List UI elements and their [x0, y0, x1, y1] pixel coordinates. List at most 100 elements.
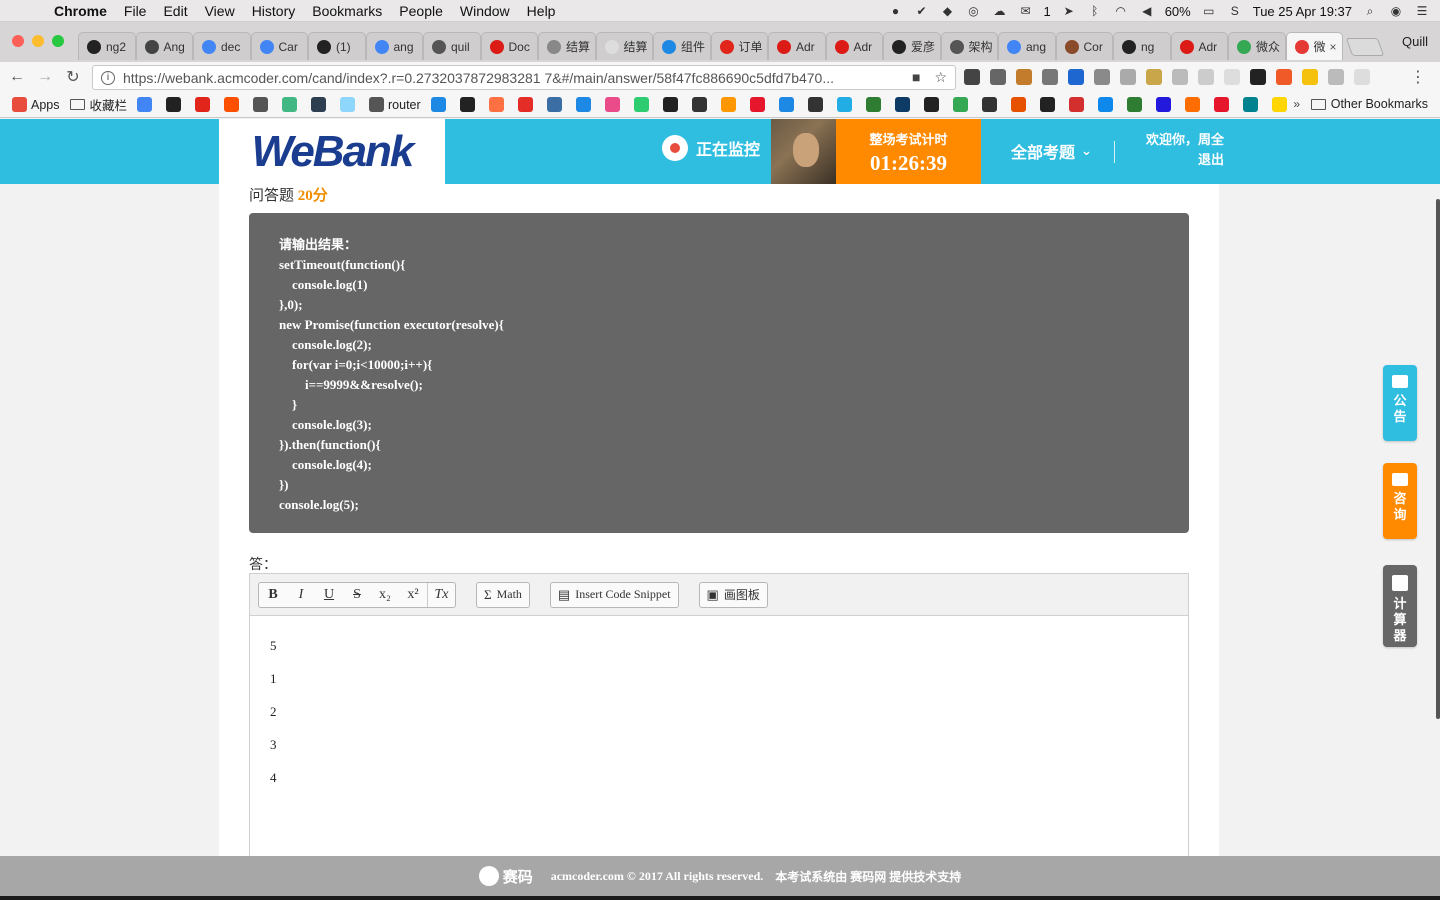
bookmark-item[interactable] — [749, 97, 769, 112]
profile-name[interactable]: Quill — [1402, 34, 1428, 49]
menu-people[interactable]: People — [399, 3, 443, 19]
picture-icon[interactable] — [1146, 69, 1162, 85]
menu-history[interactable]: History — [252, 3, 296, 19]
browser-tab[interactable]: 架构 — [940, 32, 998, 60]
math-button[interactable]: Σ Math — [476, 581, 530, 608]
evernote-icon[interactable]: ◆ — [939, 4, 955, 18]
bookmark-item[interactable] — [575, 97, 595, 112]
new-tab-button[interactable] — [1345, 38, 1385, 56]
menu-file[interactable]: File — [124, 3, 147, 19]
browser-tab[interactable]: 结算 — [595, 32, 653, 60]
underline-button[interactable]: U — [315, 583, 343, 607]
bold-b-icon[interactable] — [1250, 69, 1266, 85]
browser-tab[interactable]: ng2 — [78, 32, 136, 60]
bookmark-item[interactable] — [1097, 97, 1117, 112]
bookmark-item[interactable] — [340, 97, 359, 112]
bookmark-item[interactable] — [253, 97, 272, 112]
reload-icon[interactable]: ↻ — [62, 67, 84, 87]
menu-app-chrome[interactable]: Chrome — [54, 3, 107, 19]
bookmark-item[interactable] — [195, 97, 214, 112]
app-status-icon[interactable]: ◎ — [965, 4, 981, 18]
maximize-window-button[interactable] — [52, 35, 64, 47]
moon-icon[interactable] — [1302, 69, 1318, 85]
browser-tab[interactable]: 订单 — [710, 32, 768, 60]
site-info-icon[interactable]: i — [101, 70, 115, 85]
bookmark-item[interactable] — [517, 97, 537, 112]
back-icon[interactable]: ← — [6, 68, 28, 86]
bookmark-item[interactable] — [691, 97, 711, 112]
bookmark-item[interactable] — [952, 97, 972, 112]
bookmark-item[interactable] — [604, 97, 624, 112]
bookmark-item[interactable] — [224, 97, 243, 112]
drawing-board-button[interactable]: ▣ 画图板 — [698, 581, 768, 608]
browser-tab[interactable]: quil — [423, 32, 481, 60]
menu-help[interactable]: Help — [527, 3, 556, 19]
bookmark-item[interactable] — [166, 97, 185, 112]
bookmark-item[interactable] — [1184, 97, 1204, 112]
bookmark-item[interactable] — [1271, 97, 1291, 112]
browser-tab[interactable]: ang — [998, 32, 1056, 60]
bookmark-item[interactable] — [488, 97, 508, 112]
clear-format-button[interactable]: Tx — [427, 582, 455, 607]
bookmark-item[interactable] — [633, 97, 653, 112]
bookmark-item[interactable] — [282, 97, 301, 112]
browser-tab[interactable]: dec — [193, 32, 251, 60]
browser-tab[interactable]: Cor — [1055, 32, 1113, 60]
url-text[interactable]: https://webank.acmcoder.com/cand/index?.… — [123, 70, 912, 86]
browser-tab[interactable]: (1) — [308, 32, 366, 60]
bookmark-item[interactable] — [1155, 97, 1175, 112]
more-bookmarks-icon[interactable]: » — [1293, 97, 1300, 111]
subscript-button[interactable]: x₂ — [371, 583, 399, 607]
extension-icon[interactable] — [990, 69, 1006, 85]
notice-side-button[interactable]: 公告 — [1383, 365, 1417, 441]
qq-icon[interactable]: ● — [887, 4, 903, 18]
spotlight-search-icon[interactable]: ⌕ — [1362, 4, 1378, 18]
wifi-icon[interactable]: ◠ — [1113, 4, 1129, 18]
paw-icon[interactable] — [1068, 69, 1084, 85]
hammer-icon[interactable] — [1016, 69, 1032, 85]
bookmark-item[interactable] — [1242, 97, 1262, 112]
json-icon[interactable] — [1172, 69, 1188, 85]
cast-icon[interactable] — [1328, 69, 1344, 85]
bookmark-item[interactable] — [923, 97, 943, 112]
superscript-button[interactable]: x² — [399, 583, 427, 607]
bookmark-item[interactable] — [662, 97, 682, 112]
consult-side-button[interactable]: 咨询 — [1383, 463, 1417, 539]
battery-icon[interactable]: ▭ — [1201, 4, 1217, 18]
italic-button[interactable]: I — [287, 583, 315, 607]
browser-tab[interactable]: Ang — [135, 32, 193, 60]
browser-tab[interactable]: 微 × — [1285, 32, 1343, 60]
bookmark-item[interactable] — [1039, 97, 1059, 112]
saima-logo[interactable]: 赛码 — [478, 866, 533, 887]
address-bar[interactable]: i https://webank.acmcoder.com/cand/index… — [92, 65, 956, 90]
menu-view[interactable]: View — [205, 3, 235, 19]
grid-icon[interactable] — [1198, 69, 1214, 85]
bookmark-item[interactable] — [807, 97, 827, 112]
clock[interactable]: Tue 25 Apr 19:37 — [1253, 4, 1352, 19]
webank-logo[interactable]: WeBank — [219, 119, 445, 184]
bookmark-item[interactable]: 收藏栏 — [69, 95, 127, 114]
strikethrough-button[interactable]: S — [343, 583, 371, 607]
browser-tab[interactable]: 微众 — [1228, 32, 1286, 60]
minimize-window-button[interactable] — [32, 35, 44, 47]
page-scrollbar[interactable] — [1436, 199, 1440, 719]
browser-tab[interactable]: ang — [365, 32, 423, 60]
browser-tab[interactable]: Adr — [1170, 32, 1228, 60]
browser-tab[interactable]: ng — [1113, 32, 1171, 60]
bookmark-item[interactable] — [836, 97, 856, 112]
other-bookmarks-folder[interactable]: Other Bookmarks — [1310, 97, 1428, 111]
bookmark-item[interactable] — [1068, 97, 1088, 112]
bookmark-item[interactable] — [430, 97, 450, 112]
send-icon[interactable]: ➤ — [1061, 4, 1077, 18]
menu-edit[interactable]: Edit — [163, 3, 187, 19]
close-window-button[interactable] — [12, 35, 24, 47]
bold-button[interactable]: B — [259, 583, 287, 607]
bookmark-item[interactable] — [546, 97, 566, 112]
bluetooth-icon[interactable]: ᛒ — [1087, 4, 1103, 18]
browser-tab[interactable]: 结算 — [538, 32, 596, 60]
chrome-menu-icon[interactable]: ⋮ — [1410, 67, 1426, 87]
editor-content[interactable]: 5 1 2 3 4 — [250, 616, 1188, 821]
browser-tab[interactable]: 组件 — [653, 32, 711, 60]
browser-tab[interactable]: Adr — [825, 32, 883, 60]
camera-icon[interactable]: ■ — [912, 69, 920, 86]
